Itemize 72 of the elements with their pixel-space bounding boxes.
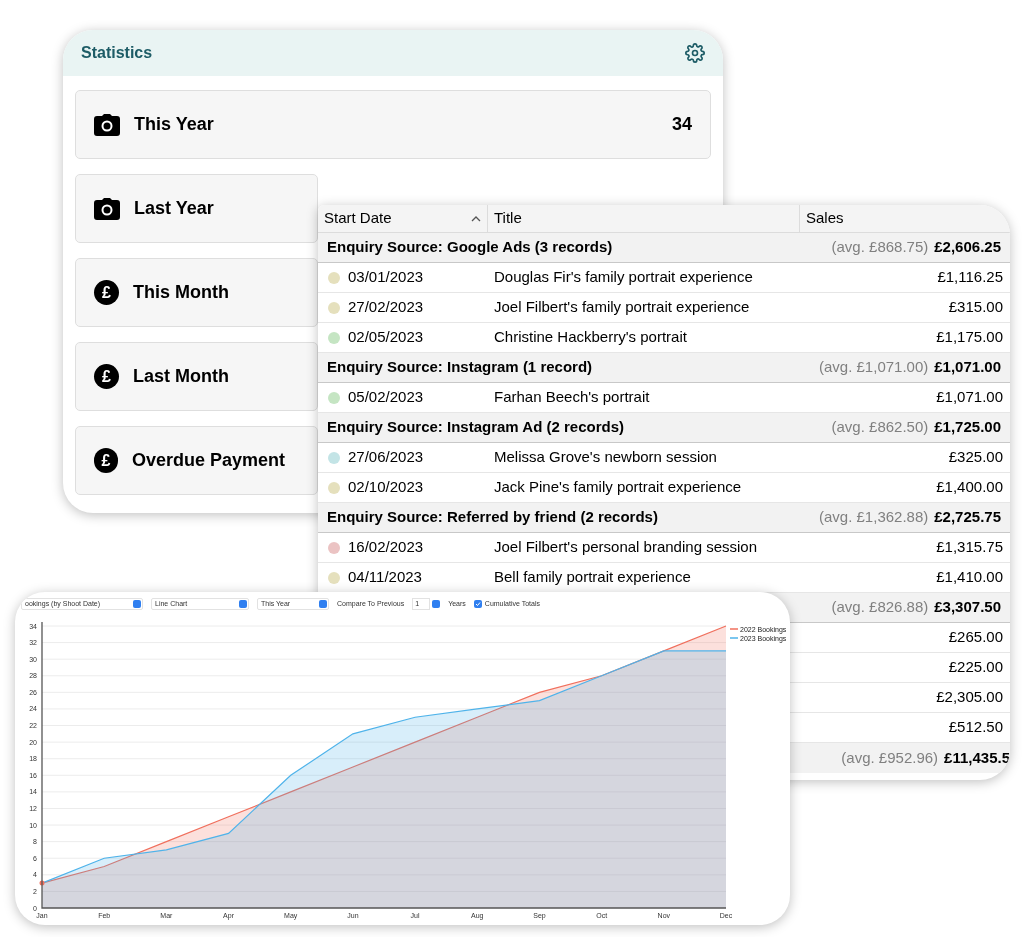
- table-cell-text: £1,116.25: [937, 267, 1003, 288]
- chevron-icon: [239, 600, 247, 608]
- group-total: £2,725.75: [934, 507, 1001, 528]
- stepper-icon[interactable]: [432, 600, 441, 608]
- group-average: (avg. £862.50): [831, 417, 929, 438]
- currency-icon: £: [94, 448, 118, 473]
- table-cell: Joel Filbert's personal branding session: [494, 538, 757, 556]
- camera-icon: [94, 197, 120, 220]
- group-total: £1,725.00: [934, 417, 1001, 438]
- table-cell-text: £325.00: [948, 447, 1003, 468]
- stat-card[interactable]: £ This Month: [75, 258, 318, 327]
- group-average: (avg. £1,071.00): [819, 357, 929, 378]
- table-cell-text: £315.00: [948, 297, 1003, 318]
- stat-label: This Month: [133, 281, 229, 304]
- table-cell: Jack Pine's family portrait experience: [494, 478, 742, 496]
- group-total: £2,606.25: [934, 237, 1001, 258]
- column-header[interactable]: Title: [488, 205, 800, 232]
- group-total: £1,071.00: [934, 357, 1001, 378]
- table-cell-text: £1,175.00: [936, 327, 1003, 348]
- table-cell-text: 02/10/2023: [348, 477, 424, 498]
- table-cell-text: 27/02/2023: [348, 297, 424, 318]
- table-cell-text: £1,315.75: [936, 537, 1003, 558]
- table-cell-text: 02/05/2023: [348, 327, 424, 348]
- group-label: Enquiry Source: Instagram (1 record): [327, 357, 593, 378]
- data-point: [39, 880, 45, 886]
- table-cell-text: 03/01/2023: [348, 267, 424, 288]
- group-total: £11,435.5: [944, 747, 1010, 768]
- table-cell-text: £1,410.00: [936, 567, 1003, 588]
- group-average: (avg. £868.75): [831, 237, 929, 258]
- table-cell: Douglas Fir's family portrait experience: [494, 268, 753, 286]
- group-average: (avg. £1,362.88): [819, 507, 929, 528]
- chevron-icon: [133, 600, 141, 608]
- table-cell: Melissa Grove's newborn session: [494, 448, 717, 466]
- stat-card[interactable]: £ Last Month: [75, 342, 318, 411]
- table-cell: Bell family portrait experience: [494, 568, 691, 586]
- table-cell-text: £265.00: [948, 627, 1003, 648]
- group-label: Enquiry Source: Instagram Ad (2 records): [327, 417, 624, 438]
- stat-value: 34: [671, 113, 692, 136]
- table-cell: Farhan Beech's portrait: [494, 388, 650, 406]
- stat-card[interactable]: This Year 34: [75, 90, 711, 159]
- stat-card[interactable]: £ Overdue Payment: [75, 426, 318, 495]
- table-cell-text: £1,071.00: [936, 387, 1003, 408]
- group-total: £3,307.50: [934, 597, 1001, 618]
- table-cell-text: 27/06/2023: [348, 447, 424, 468]
- table-cell-text: £1,400.00: [936, 477, 1003, 498]
- stat-label: Overdue Payment: [131, 449, 285, 472]
- column-header[interactable]: Sales: [800, 205, 1010, 232]
- table-cell-text: £512.50: [948, 717, 1003, 738]
- stat-card[interactable]: Last Year: [75, 174, 318, 243]
- currency-icon: £: [94, 280, 119, 305]
- group-label: Enquiry Source: Referred by friend (2 records): [327, 507, 658, 528]
- stat-label: Last Month: [133, 365, 229, 388]
- settings-icon[interactable]: [685, 43, 705, 63]
- table-cell-text: 04/11/2023: [348, 567, 422, 588]
- table-cell: Joel Filbert's family portrait experience: [494, 298, 750, 316]
- group-average: (avg. £826.88): [831, 597, 929, 618]
- group-average: (avg. £952.96): [841, 747, 939, 768]
- currency-icon: £: [94, 364, 119, 389]
- table-cell: Christine Hackberry's portrait: [494, 328, 687, 346]
- chevron-icon: [319, 600, 327, 608]
- table-cell-text: 16/02/2023: [348, 537, 424, 558]
- table-cell-text: 05/02/2023: [348, 387, 424, 408]
- panel-title: Statistics: [81, 43, 153, 63]
- sort-caret-icon: [471, 214, 481, 223]
- column-header[interactable]: Start Date: [318, 205, 488, 232]
- camera-icon: [94, 113, 120, 136]
- stat-label: Last Year: [134, 197, 214, 220]
- table-cell-text: £2,305.00: [936, 687, 1003, 708]
- checkmark-icon: [474, 601, 481, 607]
- group-label: Enquiry Source: Google Ads (3 records): [327, 237, 613, 258]
- table-cell-text: £225.00: [948, 657, 1003, 678]
- stat-label: This Year: [134, 113, 214, 136]
